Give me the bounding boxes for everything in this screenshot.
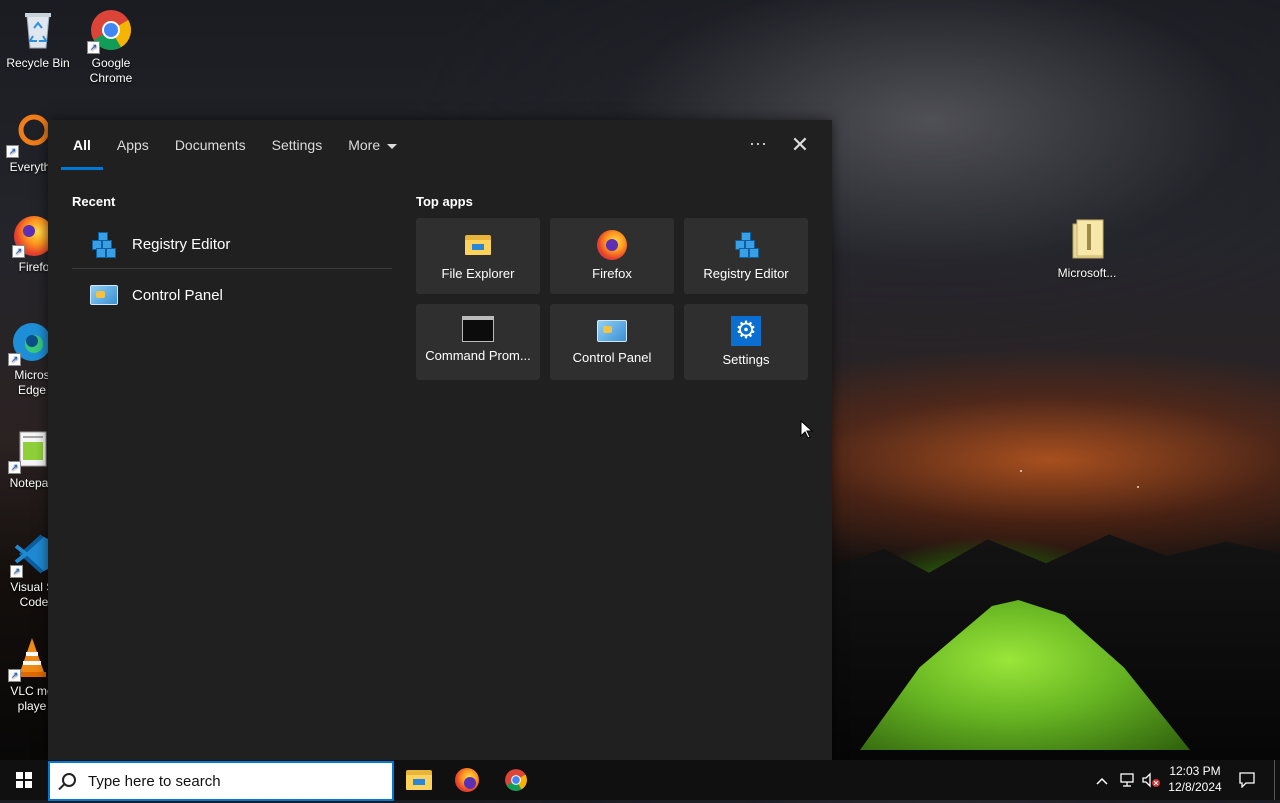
search-panel: All Apps Documents Settings More ··· ✕ R… <box>48 120 832 760</box>
taskbar-search-input[interactable]: Type here to search <box>48 761 394 801</box>
file-explorer-icon <box>404 765 434 795</box>
file-explorer-icon <box>463 230 493 260</box>
tab-apps[interactable]: Apps <box>104 120 162 170</box>
recent-section-title: Recent <box>72 194 116 209</box>
recent-item-label: Registry Editor <box>132 235 231 253</box>
start-button[interactable] <box>0 760 48 800</box>
top-app-label: Registry Editor <box>703 266 789 281</box>
tab-label: More <box>348 137 381 153</box>
settings-gear-icon: ⚙ <box>731 316 761 346</box>
taskbar-clock[interactable]: 12:03 PM 12/8/2024 <box>1162 763 1228 797</box>
chevron-up-icon <box>1096 777 1108 785</box>
volume-button[interactable] <box>1140 760 1162 800</box>
registry-editor-icon <box>90 230 118 258</box>
wallpaper-star <box>1137 486 1139 488</box>
recent-item-control-panel[interactable]: Control Panel <box>72 270 392 320</box>
desktop-icon-recycle-bin[interactable]: Recycle Bin <box>0 8 76 71</box>
network-icon <box>1120 773 1134 787</box>
top-app-file-explorer[interactable]: File Explorer <box>416 218 540 294</box>
top-app-label: Command Prom... <box>425 348 531 363</box>
recent-item-label: Control Panel <box>132 286 223 304</box>
network-status-button[interactable] <box>1116 760 1138 800</box>
tab-label: Settings <box>271 137 323 153</box>
caret-down-icon <box>387 143 398 149</box>
control-panel-icon <box>597 320 627 342</box>
mouse-cursor-icon <box>800 420 814 439</box>
chrome-icon <box>505 769 527 791</box>
desktop-icon-google-chrome[interactable]: ↗ Google Chrome <box>73 8 149 86</box>
search-placeholder: Type here to search <box>88 773 221 790</box>
clock-time: 12:03 PM <box>1169 764 1221 778</box>
desktop-icon-microsoft-folder[interactable]: Microsoft... <box>1049 218 1125 281</box>
tab-all[interactable]: All <box>60 120 104 170</box>
top-apps-section-title: Top apps <box>416 194 473 209</box>
recent-item-registry-editor[interactable]: Registry Editor <box>72 219 392 269</box>
top-app-label: Settings <box>722 352 770 367</box>
recycle-bin-icon <box>16 8 60 52</box>
taskbar-file-explorer[interactable] <box>394 760 442 800</box>
top-app-firefox[interactable]: Firefox <box>550 218 674 294</box>
top-app-label: Firefox <box>592 266 632 281</box>
tab-documents[interactable]: Documents <box>162 120 259 170</box>
show-hidden-icons-button[interactable] <box>1092 760 1112 800</box>
desktop-icon-label: Microsoft... <box>1057 266 1117 280</box>
search-filter-tabs: All Apps Documents Settings More <box>60 120 410 170</box>
top-app-control-panel[interactable]: Control Panel <box>550 304 674 380</box>
close-button[interactable]: ✕ <box>788 133 812 157</box>
desktop-icon-label: Google Chrome <box>89 56 133 85</box>
firefox-icon <box>597 230 627 260</box>
taskbar: Type here to search 12:03 PM 12/8/2024 <box>0 760 1280 801</box>
notification-icon <box>1239 772 1255 789</box>
top-app-command-prompt[interactable]: Command Prom... <box>416 304 540 380</box>
control-panel-icon <box>90 285 118 305</box>
top-app-settings[interactable]: ⚙ Settings <box>684 304 808 380</box>
action-center-button[interactable] <box>1234 760 1260 800</box>
top-app-label: File Explorer <box>441 266 515 281</box>
taskbar-firefox[interactable] <box>443 760 491 800</box>
zip-folder-icon <box>1065 218 1109 262</box>
windows-logo-icon <box>16 772 32 788</box>
top-app-label: Control Panel <box>572 350 652 365</box>
top-app-registry-editor[interactable]: Registry Editor <box>684 218 808 294</box>
tab-more-dropdown[interactable]: More <box>335 120 410 170</box>
clock-date: 12/8/2024 <box>1168 780 1222 794</box>
firefox-icon <box>455 768 479 792</box>
tab-label: Apps <box>116 137 149 153</box>
search-icon <box>62 773 76 787</box>
command-prompt-icon <box>462 316 494 342</box>
more-options-button[interactable]: ··· <box>746 133 770 157</box>
chrome-icon: ↗ <box>87 8 133 54</box>
desktop-icon-label: Recycle Bin <box>6 56 70 70</box>
show-desktop-button[interactable] <box>1274 760 1275 800</box>
volume-muted-icon <box>1142 772 1160 788</box>
tab-settings[interactable]: Settings <box>259 120 336 170</box>
tab-label: All <box>73 137 91 153</box>
registry-editor-icon <box>731 230 761 260</box>
tab-label: Documents <box>174 137 246 153</box>
taskbar-chrome[interactable] <box>492 760 540 800</box>
everything-search-icon: ↗ <box>6 112 52 158</box>
wallpaper-star <box>1020 470 1022 472</box>
recent-divider <box>72 268 392 269</box>
